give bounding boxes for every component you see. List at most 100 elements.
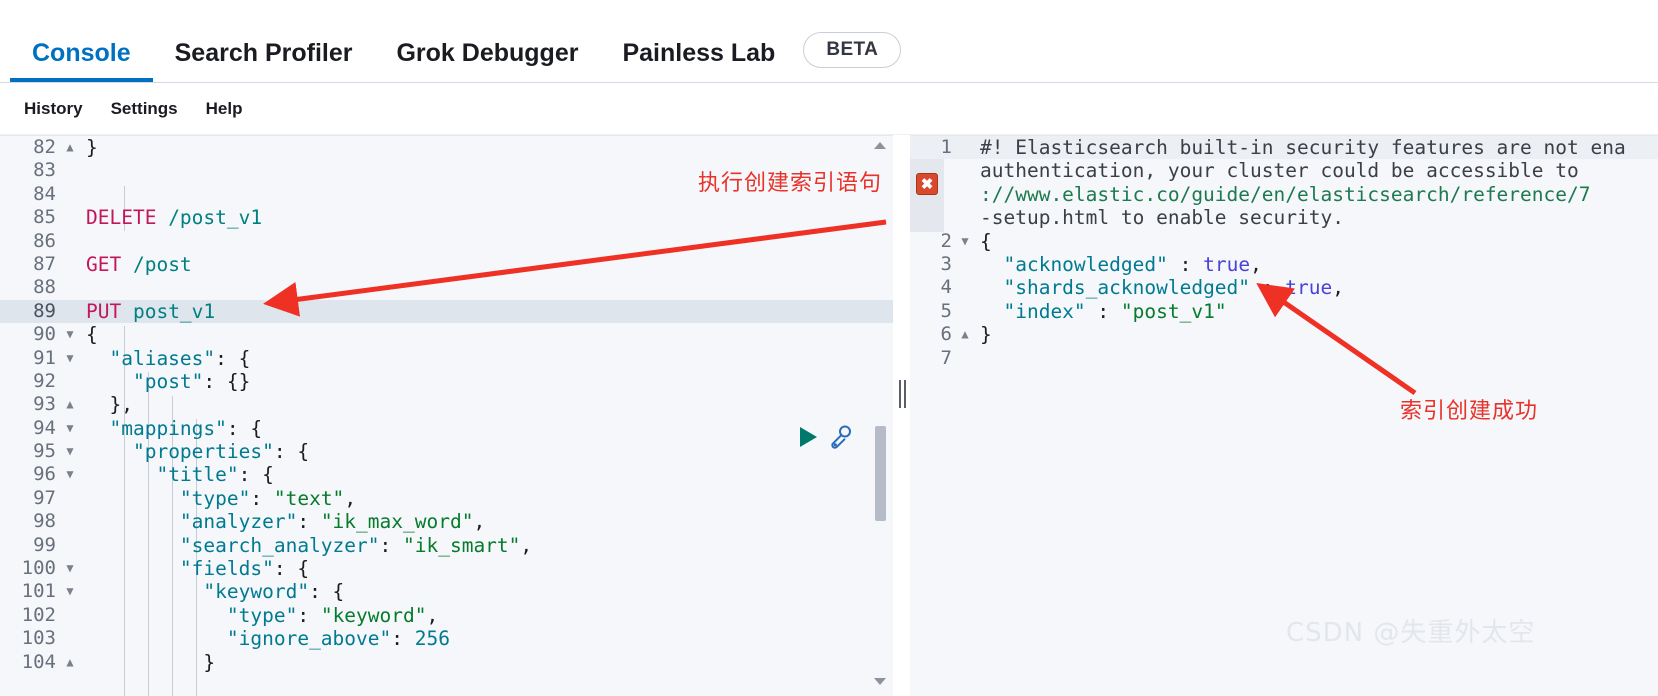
code-line[interactable]: 3 "acknowledged" : true, bbox=[910, 253, 1658, 276]
line-content: } bbox=[86, 650, 216, 674]
line-content: "title": { bbox=[156, 463, 274, 487]
line-number: 84 bbox=[33, 182, 56, 205]
fold-toggle-icon[interactable]: ▲ bbox=[62, 136, 78, 159]
line-number: 88 bbox=[33, 276, 56, 299]
line-content: DELETE /post_v1 bbox=[86, 206, 263, 230]
line-content: { bbox=[980, 229, 992, 253]
line-number: 1 bbox=[940, 136, 952, 158]
line-content: "shards_acknowledged" : true, bbox=[1003, 276, 1344, 300]
code-line[interactable]: 2 ▼ { bbox=[910, 230, 1658, 253]
code-line[interactable]: 103 "ignore_above": 256 bbox=[0, 627, 893, 650]
line-number: 93 bbox=[33, 393, 56, 416]
fold-toggle-icon[interactable]: ▼ bbox=[62, 557, 78, 580]
code-line[interactable]: 1 #! Elasticsearch built-in security feat… bbox=[910, 136, 1658, 160]
wrench-icon[interactable] bbox=[827, 424, 853, 450]
code-line[interactable]: authentication, your cluster could be ac… bbox=[910, 159, 1658, 182]
code-line[interactable]: 90 ▼ { bbox=[0, 323, 893, 346]
line-content: -setup.html to enable security. bbox=[980, 206, 1344, 230]
code-line[interactable]: 104 ▲ } bbox=[0, 651, 893, 674]
request-editor-pane[interactable]: 82 ▲} 83 84 85 DELETE /post_v1 86 87 GET /post 88… bbox=[0, 135, 893, 696]
code-line[interactable]: 99 "search_analyzer": "ik_smart", bbox=[0, 534, 893, 557]
line-number: 97 bbox=[33, 486, 56, 509]
code-line[interactable]: 4 "shards_acknowledged" : true, bbox=[910, 276, 1658, 299]
code-line[interactable]: 6 ▲} bbox=[910, 323, 1658, 346]
line-content: "acknowledged" : true, bbox=[1003, 252, 1262, 276]
fold-toggle-icon[interactable]: ▲ bbox=[958, 323, 972, 346]
line-number: 104 bbox=[21, 650, 56, 673]
line-number: 6 bbox=[940, 323, 952, 346]
code-line[interactable]: 101 ▼ "keyword": { bbox=[0, 580, 893, 603]
line-number: 4 bbox=[940, 276, 952, 299]
line-content: "keyword": { bbox=[203, 580, 345, 604]
code-line[interactable]: 98 "analyzer": "ik_max_word", bbox=[0, 510, 893, 533]
line-number: 103 bbox=[21, 627, 56, 650]
tab-painless-lab[interactable]: Painless Lab bbox=[600, 38, 797, 82]
tab-console[interactable]: Console bbox=[10, 38, 153, 82]
line-number: 102 bbox=[21, 603, 56, 626]
line-content: "mappings": { bbox=[109, 416, 263, 440]
fold-toggle-icon[interactable]: ▼ bbox=[62, 323, 78, 346]
line-number: 91 bbox=[33, 346, 56, 369]
line-content: "fields": { bbox=[179, 557, 310, 581]
line-content: authentication, your cluster could be ac… bbox=[980, 159, 1591, 183]
editor-code-lines[interactable]: 82 ▲} 83 84 85 DELETE /post_v1 86 87 GET /post 88… bbox=[0, 136, 893, 696]
line-content: #! Elasticsearch built-in security featu… bbox=[980, 136, 1626, 159]
code-line[interactable]: 82 ▲} bbox=[0, 136, 893, 159]
code-line[interactable]: 94 ▼ "mappings": { bbox=[0, 417, 893, 440]
beta-badge: BETA bbox=[803, 32, 902, 68]
subnav-item-history[interactable]: History bbox=[10, 99, 97, 119]
line-number: 100 bbox=[21, 557, 56, 580]
fold-toggle-icon[interactable]: ▼ bbox=[62, 417, 78, 440]
line-number: 95 bbox=[33, 440, 56, 463]
line-number: 83 bbox=[33, 159, 56, 182]
tab-search-profiler[interactable]: Search Profiler bbox=[153, 38, 375, 82]
code-line[interactable]: ://www.elastic.co/guide/en/elasticsearch… bbox=[910, 183, 1658, 206]
code-line[interactable]: 89 PUT post_v1 bbox=[0, 299, 893, 324]
line-content: { bbox=[86, 323, 98, 347]
play-icon[interactable] bbox=[800, 426, 817, 447]
line-number: 85 bbox=[33, 206, 56, 229]
tab-grok-debugger[interactable]: Grok Debugger bbox=[374, 38, 600, 82]
code-line[interactable]: 7 bbox=[910, 347, 1658, 370]
line-content: } bbox=[86, 136, 98, 159]
code-line[interactable]: 102 "type": "keyword", bbox=[0, 604, 893, 627]
code-line[interactable]: -setup.html to enable security. bbox=[910, 206, 1658, 229]
code-line[interactable]: 100 ▼ "fields": { bbox=[0, 557, 893, 580]
code-line[interactable]: 96 ▼ "title": { bbox=[0, 463, 893, 486]
code-line[interactable]: 5 "index" : "post_v1" bbox=[910, 300, 1658, 323]
pane-splitter-handle[interactable] bbox=[897, 380, 907, 408]
response-output-pane[interactable]: ✖ 1 #! Elasticsearch built-in security fe… bbox=[910, 135, 1658, 696]
line-content: PUT post_v1 bbox=[86, 299, 216, 323]
fold-toggle-icon[interactable]: ▼ bbox=[62, 440, 78, 463]
code-line[interactable]: 87 GET /post bbox=[0, 253, 893, 276]
code-line[interactable]: 91 ▼ "aliases": { bbox=[0, 347, 893, 370]
line-number: 101 bbox=[21, 580, 56, 603]
csdn-watermark: CSDN @失重外太空 bbox=[1286, 618, 1536, 648]
code-line[interactable]: 93 ▲ }, bbox=[0, 393, 893, 416]
line-content: } bbox=[980, 323, 992, 347]
code-line[interactable]: 85 DELETE /post_v1 bbox=[0, 206, 893, 229]
editor-scroll-up-icon[interactable] bbox=[874, 142, 886, 154]
editor-scroll-down-icon[interactable] bbox=[874, 678, 886, 690]
fold-toggle-icon[interactable]: ▲ bbox=[62, 393, 78, 416]
line-content: "ignore_above": 256 bbox=[226, 627, 450, 651]
code-line[interactable]: 88 bbox=[0, 276, 893, 299]
request-action-controls[interactable] bbox=[800, 423, 878, 450]
line-number: 90 bbox=[33, 323, 56, 346]
code-line[interactable]: 97 "type": "text", bbox=[0, 487, 893, 510]
line-number: 94 bbox=[33, 416, 56, 439]
fold-toggle-icon[interactable]: ▲ bbox=[62, 651, 78, 674]
code-line[interactable]: 95 ▼ "properties": { bbox=[0, 440, 893, 463]
line-number: 2 bbox=[940, 229, 952, 252]
fold-toggle-icon[interactable]: ▼ bbox=[62, 347, 78, 370]
subnav-item-settings[interactable]: Settings bbox=[97, 99, 192, 119]
line-content: "search_analyzer": "ik_smart", bbox=[179, 533, 533, 557]
code-line[interactable]: 92 "post": {} bbox=[0, 370, 893, 393]
response-code-lines[interactable]: 1 #! Elasticsearch built-in security feat… bbox=[910, 136, 1658, 696]
code-line[interactable]: 86 bbox=[0, 230, 893, 253]
fold-toggle-icon[interactable]: ▼ bbox=[62, 580, 78, 603]
fold-toggle-icon[interactable]: ▼ bbox=[958, 230, 972, 253]
subnav-item-help[interactable]: Help bbox=[192, 99, 257, 119]
fold-toggle-icon[interactable]: ▼ bbox=[62, 463, 78, 486]
line-number: 96 bbox=[33, 463, 56, 486]
